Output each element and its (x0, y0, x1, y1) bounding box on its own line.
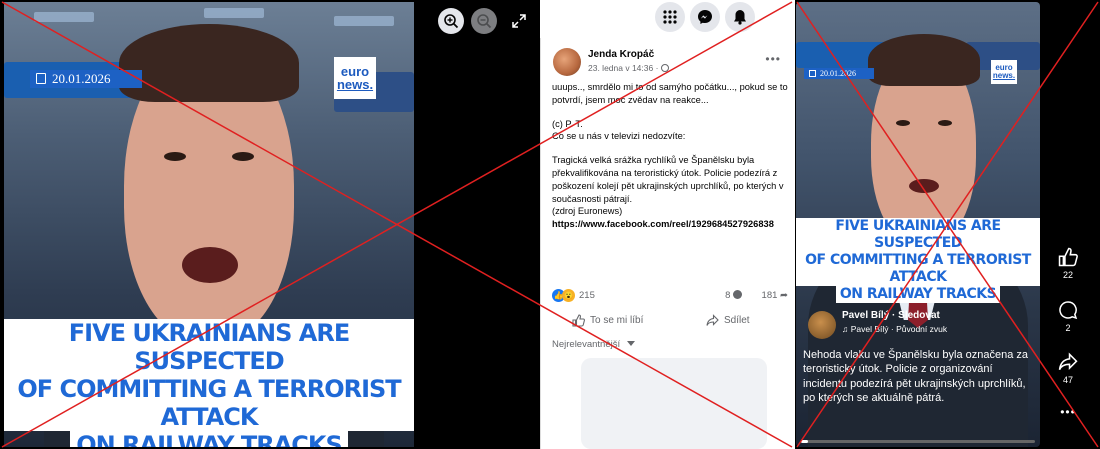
globe-icon (660, 64, 669, 72)
post-text: uuups.., smrdělo mi to od samýho počátku… (552, 82, 791, 105)
like-label: To se mi líbí (590, 315, 644, 326)
reel-share-button[interactable]: 47 (1052, 352, 1084, 385)
progress-fill (801, 440, 809, 443)
apps-grid-icon[interactable] (655, 2, 685, 32)
comment-placeholder (581, 358, 767, 449)
share-count-value: 181 (761, 290, 778, 301)
share-icon (706, 314, 719, 326)
reel-author-row[interactable]: Pavel Bílý · Sledovat (842, 310, 940, 321)
comment-count-value: 8 (725, 290, 731, 301)
share-arrow-icon: ➦ (780, 290, 788, 301)
reel-panel: 20.01.2026 euro news. FIVE UKRAINIANS AR… (795, 0, 1100, 449)
messenger-icon[interactable] (690, 2, 720, 32)
reel-author[interactable]: Pavel Bílý (842, 310, 889, 321)
news-video-frame[interactable]: 20.01.2026 euro news. FIVE UKRAINIANS AR… (4, 2, 414, 447)
date-label: 20.01.2026 (820, 69, 856, 78)
post-body: uuups.., smrdělo mi to od samýho počátku… (552, 81, 790, 231)
news-caption: FIVE UKRAINIANS ARE SUSPECTED OF COMMITT… (796, 218, 1040, 303)
comment-sort-dropdown[interactable]: Nejrelevantnější (552, 339, 635, 350)
reel-audio-label[interactable]: ♫ Pavel Bílý · Původní zvuk (842, 324, 947, 334)
wow-reaction-icon: 😮 (562, 289, 575, 302)
share-label: Sdílet (724, 315, 750, 326)
post-text: Tragická velká srážka rychlíků ve Španěl… (552, 155, 784, 217)
date-banner: 20.01.2026 (804, 68, 874, 79)
calendar-icon (809, 70, 816, 77)
sort-label: Nejrelevantnější (552, 339, 621, 350)
reel-more-button[interactable]: ••• (1052, 405, 1084, 419)
bell-icon[interactable] (725, 2, 755, 32)
post-menu-button[interactable]: ••• (765, 52, 781, 66)
expand-icon[interactable] (510, 12, 528, 30)
reel-comment-button[interactable]: 2 (1052, 300, 1084, 333)
share-button[interactable]: Sdílet (706, 314, 750, 327)
post-date[interactable]: 23. ledna v 14:36 · (588, 63, 669, 73)
caption-line: FIVE UKRAINIANS ARE SUSPECTED (796, 218, 1040, 252)
share-icon (1058, 352, 1078, 371)
post-author[interactable]: Jenda Kropáč (588, 49, 654, 60)
follow-button[interactable]: · Sledovat (892, 310, 940, 321)
post-date-text[interactable]: 23. ledna v 14:36 · (588, 63, 661, 73)
date-banner: 20.01.2026 (30, 70, 142, 88)
studio-light (334, 16, 394, 26)
post-card: Jenda Kropáč 23. ledna v 14:36 · ••• uuu… (540, 38, 795, 449)
post-actions: To se mi líbí Sdílet (552, 310, 790, 332)
caption-line: ON RAILWAY TRACKS (835, 286, 1001, 303)
reel-like-button[interactable]: 22 (1052, 247, 1084, 280)
studio-light (204, 8, 264, 18)
zoom-out-icon[interactable] (471, 8, 497, 34)
reel-video-frame[interactable]: 20.01.2026 euro news. FIVE UKRAINIANS AR… (796, 2, 1040, 447)
date-label: 20.01.2026 (52, 71, 111, 86)
logo-line2: news. (992, 71, 1016, 80)
caption-line: ON RAILWAY TRACKS (70, 431, 348, 447)
caption-line: OF COMMITTING A TERRORIST ATTACK (4, 375, 414, 431)
comment-icon (1059, 301, 1078, 320)
news-caption: FIVE UKRAINIANS ARE SUSPECTED OF COMMITT… (4, 319, 414, 447)
screenshot-collage: 20.01.2026 euro news. FIVE UKRAINIANS AR… (0, 0, 1100, 449)
like-count: 22 (1062, 270, 1073, 280)
post-text: (c) P. T. Co se u nás v televizi nedozví… (552, 118, 686, 142)
reel-description: Nehoda vlaku ve Španělsku byla označena … (803, 349, 1029, 405)
share-count: 47 (1062, 375, 1073, 385)
caption-line: FIVE UKRAINIANS ARE SUSPECTED (4, 319, 414, 375)
facebook-post-panel: Jenda Kropáč 23. ledna v 14:36 · ••• uuu… (540, 0, 795, 449)
logo-line2: news. (336, 77, 374, 92)
thumbs-up-icon (572, 314, 585, 327)
left-video-panel: 20.01.2026 euro news. FIVE UKRAINIANS AR… (0, 0, 540, 449)
like-button[interactable]: To se mi líbí (572, 314, 643, 327)
comment-icon (733, 290, 742, 299)
share-count[interactable]: 181 ➦ (762, 290, 788, 301)
caret-down-icon (626, 341, 635, 346)
zoom-in-icon[interactable] (438, 8, 464, 34)
reaction-count[interactable]: 215 (579, 290, 595, 301)
thumbs-up-icon (1058, 247, 1078, 267)
avatar[interactable] (808, 311, 836, 339)
avatar[interactable] (553, 48, 581, 76)
reaction-summary[interactable]: 👍 😮 215 8 181 ➦ (552, 289, 790, 303)
euronews-logo: euro news. (991, 60, 1017, 84)
post-link[interactable]: https://www.facebook.com/reel/1929684527… (552, 218, 790, 231)
comment-count: 2 (1065, 323, 1071, 333)
calendar-icon (36, 73, 46, 84)
comment-count[interactable]: 8 (725, 290, 742, 301)
caption-line: OF COMMITTING A TERRORIST ATTACK (796, 252, 1040, 286)
video-progress-bar[interactable] (801, 440, 1035, 443)
euronews-logo: euro news. (334, 57, 376, 99)
studio-light (34, 12, 94, 22)
